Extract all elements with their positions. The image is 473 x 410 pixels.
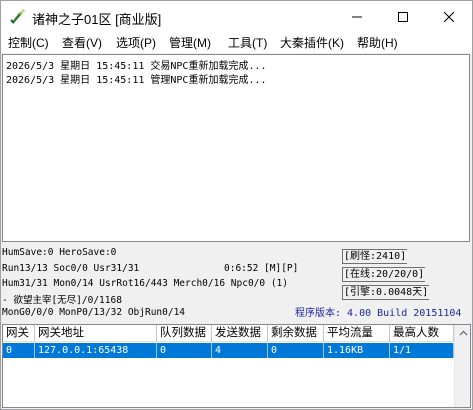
menu-view[interactable]: 查看(V) [62, 34, 102, 52]
column-header-avg-traffic[interactable]: 平均流量 [324, 325, 390, 342]
status-run-counts: Run13/13 Soc0/0 Usr31/31 [2, 263, 140, 274]
column-header-address[interactable]: 网关地址 [35, 325, 157, 342]
column-header-max-players[interactable]: 最高人数 [390, 325, 454, 342]
status-map-info: - 欲望主宰[无尽]/0/1168 [2, 295, 122, 306]
status-mon-counts: MonG0/0/0 MonP0/13/32 ObjRun0/14 [2, 307, 186, 318]
window-title: 诸神之子01区 [商业版] [32, 12, 162, 27]
cell-max-players: 1/1 [390, 343, 454, 358]
scroll-up-icon[interactable] [455, 325, 471, 342]
maximize-icon [398, 12, 408, 22]
cell-gateway: 0 [3, 343, 35, 358]
menu-tools[interactable]: 工具(T) [228, 34, 267, 52]
menu-control[interactable]: 控制(C) [8, 34, 49, 52]
online-count: [在线:20/20/0] [342, 267, 426, 282]
menu-options[interactable]: 选项(P) [116, 34, 156, 52]
cell-remaining: 0 [268, 343, 324, 358]
status-save-counts: HumSave:0 HeroSave:0 [2, 247, 117, 258]
column-header-remaining[interactable]: 剩余数据 [268, 325, 324, 342]
title-bar[interactable]: 诸神之子01区 [商业版] [1, 1, 472, 33]
table-row[interactable]: 0 127.0.0.1:65438 0 4 0 1.16KB 1/1 [3, 343, 454, 358]
maximize-button[interactable] [380, 1, 426, 33]
cell-address: 127.0.0.1:65438 [35, 343, 157, 358]
app-sword-icon [10, 9, 25, 24]
engine-uptime: [引擎:0.0048天] [342, 285, 430, 300]
log-panel[interactable]: 2026/5/3 星期日 15:45:11 交易NPC重新加载完成... 202… [2, 54, 470, 242]
main-window: 诸神之子01区 [商业版] 控制(C) 查看(V) 选项(P) 管理(M) 工具… [0, 0, 473, 410]
column-header-queue[interactable]: 队列数据 [157, 325, 212, 342]
menu-manage[interactable]: 管理(M) [169, 34, 211, 52]
refresh-monster-count: [刷怪:2410] [342, 249, 408, 264]
vertical-scrollbar[interactable] [454, 325, 471, 407]
cell-avg-traffic: 1.16KB [324, 343, 390, 358]
close-button[interactable] [426, 1, 472, 33]
minimize-icon [352, 16, 362, 18]
menu-bar: 控制(C) 查看(V) 选项(P) 管理(M) 工具(T) 大秦插件(K) 帮助… [1, 33, 472, 54]
cell-queue: 0 [157, 343, 212, 358]
minimize-button[interactable] [334, 1, 380, 33]
column-header-gateway[interactable]: 网关 [3, 325, 35, 342]
close-icon [444, 12, 454, 22]
cell-sent: 4 [212, 343, 268, 358]
gateway-table: 网关 网关地址 队列数据 发送数据 剩余数据 平均流量 最高人数 0 127.0… [2, 324, 471, 408]
status-hum-counts: Hum31/31 Mon0/14 UsrRot16/443 Merch0/16 … [2, 278, 288, 289]
status-panel: HumSave:0 HeroSave:0 Run13/13 Soc0/0 Usr… [1, 243, 472, 323]
menu-help[interactable]: 帮助(H) [357, 34, 398, 52]
log-line: 2026/5/3 星期日 15:45:11 管理NPC重新加载完成... [6, 75, 267, 86]
column-header-sent[interactable]: 发送数据 [212, 325, 268, 342]
program-version: 程序版本: 4.00 Build 20151104 [295, 308, 462, 319]
menu-daqin-plugin[interactable]: 大秦插件(K) [280, 34, 344, 52]
log-line: 2026/5/3 星期日 15:45:11 交易NPC重新加载完成... [6, 61, 267, 72]
status-uptime: 0:6:52 [M][P] [224, 263, 299, 274]
